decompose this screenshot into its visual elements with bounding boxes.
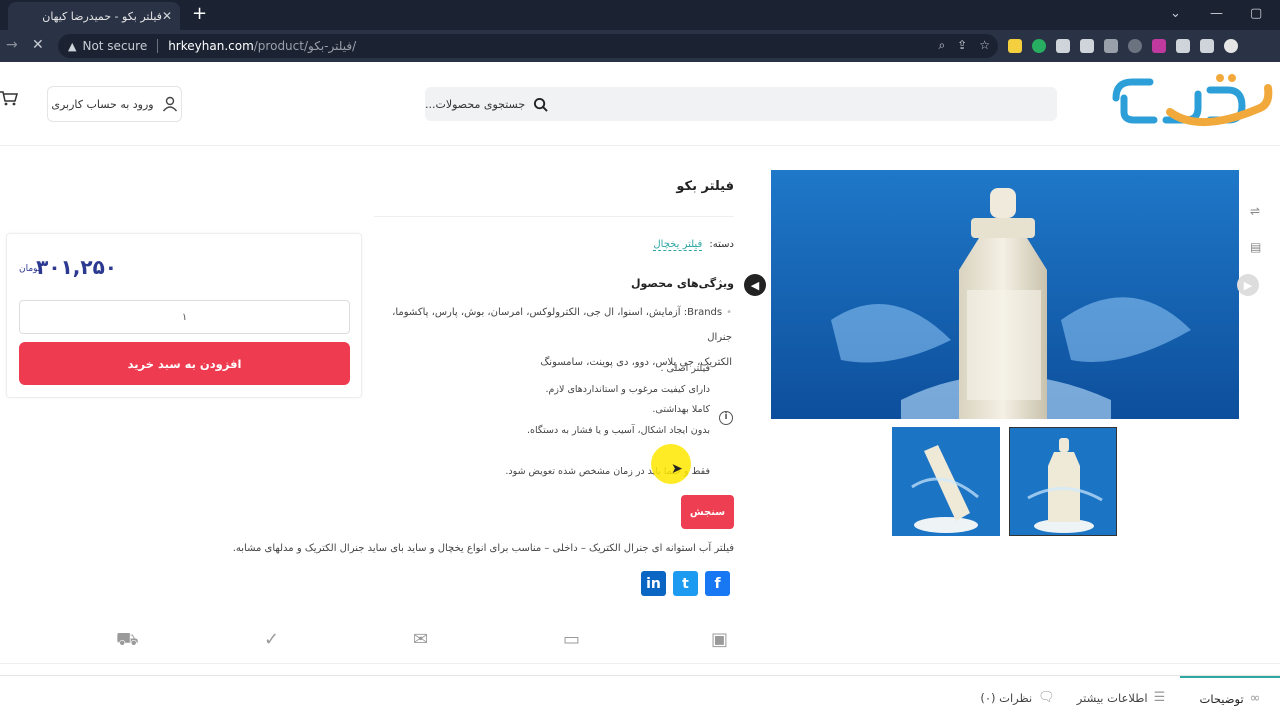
url-divider (157, 39, 159, 53)
purchase-box: ۳۰۱,۲۵۰ تومان ۱ افزودن به سبد خرید (6, 233, 362, 398)
list-icon: ☰ (1153, 690, 1166, 705)
tab-description-label: توضیحات (1199, 691, 1244, 706)
info-icon[interactable]: i (719, 411, 733, 425)
mail-icon: ✉ (413, 629, 429, 650)
tab-more-info-label: اطلاعات بیشتر (1076, 690, 1148, 705)
category-link[interactable]: فیلتر یخچال (653, 239, 703, 251)
user-icon (162, 96, 177, 112)
url-bar[interactable]: ▲ Not secure hrkeyhan.com /product/فیلتر… (58, 34, 998, 58)
tab-reviews-label: نظرات (۰) (980, 690, 1033, 705)
sidepanel-icon[interactable] (1200, 39, 1214, 53)
search-icon[interactable] (533, 97, 548, 112)
tab-more-info[interactable]: ☰ اطلاعات بیشتر (1066, 676, 1176, 719)
product-tabs: ∞ توضیحات ☰ اطلاعات بیشتر 🗨 نظرات (۰) (0, 675, 1280, 720)
package-box-icon: ▣ (711, 629, 729, 650)
extension-icon-2[interactable] (1032, 39, 1046, 53)
tab-close-icon[interactable]: ✕ (162, 9, 172, 23)
mouse-cursor-icon: ➤ (671, 461, 683, 477)
comments-icon: 🗨 (1038, 690, 1055, 705)
feature-item: دارای کیفیت مرغوب و استانداردهای لازم. (545, 384, 710, 395)
quality-check-icon: ✓ (264, 629, 280, 650)
product-thumbnail-1[interactable] (892, 427, 1000, 536)
not-secure-label: Not secure (82, 39, 148, 53)
product-price: ۳۰۱,۲۵۰ (36, 255, 117, 279)
product-category: دسته: فیلتر یخچال (653, 239, 734, 251)
minimize-icon[interactable]: — (1210, 6, 1223, 21)
tab-search-icon[interactable]: ⌄ (1170, 6, 1181, 21)
glasses-icon: ∞ (1249, 691, 1261, 706)
facebook-icon[interactable]: f (705, 571, 730, 596)
quantity-input[interactable]: ۱ (19, 300, 350, 334)
stop-loading-icon[interactable]: ✕ (32, 37, 44, 53)
product-thumbnail-2[interactable] (1009, 427, 1117, 536)
login-label: ورود به حساب کاربری (51, 97, 154, 111)
feature-item: کاملا بهداشتی. (652, 404, 710, 415)
login-button[interactable]: ورود به حساب کاربری (47, 86, 182, 122)
shield-icon[interactable] (1080, 39, 1094, 53)
site-header: جستجوی محصولات... ورود به حساب کاربری (0, 62, 1280, 146)
extension-icon-1[interactable] (1008, 39, 1022, 53)
extension-icon-7[interactable] (1152, 39, 1166, 53)
tab-description[interactable]: ∞ توضیحات (1180, 676, 1280, 719)
browser-tab[interactable]: ✕ فیلتر بکو - حمیدرضا کیهان (8, 2, 180, 30)
slider-next-arrow[interactable]: ▶ (1237, 274, 1259, 296)
features-title: ویژگی‌های محصول (630, 277, 734, 290)
card-payment-icon: ▭ (563, 629, 581, 650)
profile-avatar-icon[interactable] (1224, 39, 1238, 53)
browser-tab-bar: ✕ فیلتر بکو - حمیدرضا کیهان + ⌄ — ▢ (0, 0, 1280, 30)
address-bar-row: → ✕ ▲ Not secure hrkeyhan.com /product/ف… (0, 30, 1280, 62)
extension-icon-5[interactable] (1104, 39, 1118, 53)
feature-item: فیلتر اصلی . (660, 363, 711, 374)
product-description: فیلتر آب استوانه ای جنرال الکتریک – داخل… (232, 543, 734, 554)
measure-button[interactable]: سنجش (681, 495, 734, 529)
new-tab-button[interactable]: + (192, 4, 207, 24)
zoom-icon[interactable]: ⌕ (938, 38, 945, 53)
slider-prev-arrow[interactable]: ◀ (744, 274, 766, 296)
copy-icon[interactable]: ▤ (1250, 240, 1261, 254)
bullet-icon: • (726, 307, 732, 318)
tab-title: فیلتر بکو - حمیدرضا کیهان (42, 9, 162, 23)
cart-icon[interactable] (0, 90, 18, 106)
extension-icon-6[interactable] (1128, 39, 1142, 53)
brands-line-1: Brands: آزمایش، اسنوا، ال جی، الکترولوکس… (392, 307, 732, 343)
currency-label: تومان (19, 264, 41, 274)
puzzle-icon[interactable] (1176, 39, 1190, 53)
url-path: /product/فیلتر-بکو/ (253, 39, 357, 53)
category-label: دسته: (709, 239, 734, 250)
bookmark-star-icon[interactable]: ☆ (979, 38, 990, 53)
add-to-cart-button[interactable]: افزودن به سبد خرید (19, 342, 350, 385)
product-title: فیلتر بکو (676, 179, 734, 194)
share-icon[interactable]: ⇪ (957, 38, 967, 53)
search-placeholder: جستجوی محصولات... (425, 97, 526, 111)
linkedin-icon[interactable]: in (641, 571, 666, 596)
title-divider (374, 216, 734, 217)
warning-icon: ▲ (68, 39, 77, 53)
tab-reviews[interactable]: 🗨 نظرات (۰) (975, 676, 1060, 719)
extensions-bar (1008, 39, 1238, 53)
extension-icon-3[interactable] (1056, 39, 1070, 53)
feature-item: بدون ایجاد اشکال، آسیب و یا فشار به دستگ… (527, 425, 710, 436)
twitter-icon[interactable]: t (673, 571, 698, 596)
maximize-icon[interactable]: ▢ (1250, 6, 1262, 21)
delivery-truck-icon: ⛟ (116, 629, 139, 650)
forward-icon[interactable]: → (6, 37, 18, 53)
site-logo[interactable] (1110, 68, 1276, 138)
compare-icon[interactable]: ⇌ (1250, 204, 1260, 218)
product-main-image[interactable] (771, 170, 1239, 419)
search-box[interactable]: جستجوی محصولات... (425, 87, 1057, 121)
url-actions: ⌕ ⇪ ☆ (938, 38, 990, 53)
url-domain: hrkeyhan.com (168, 39, 254, 53)
section-divider (0, 663, 1280, 664)
